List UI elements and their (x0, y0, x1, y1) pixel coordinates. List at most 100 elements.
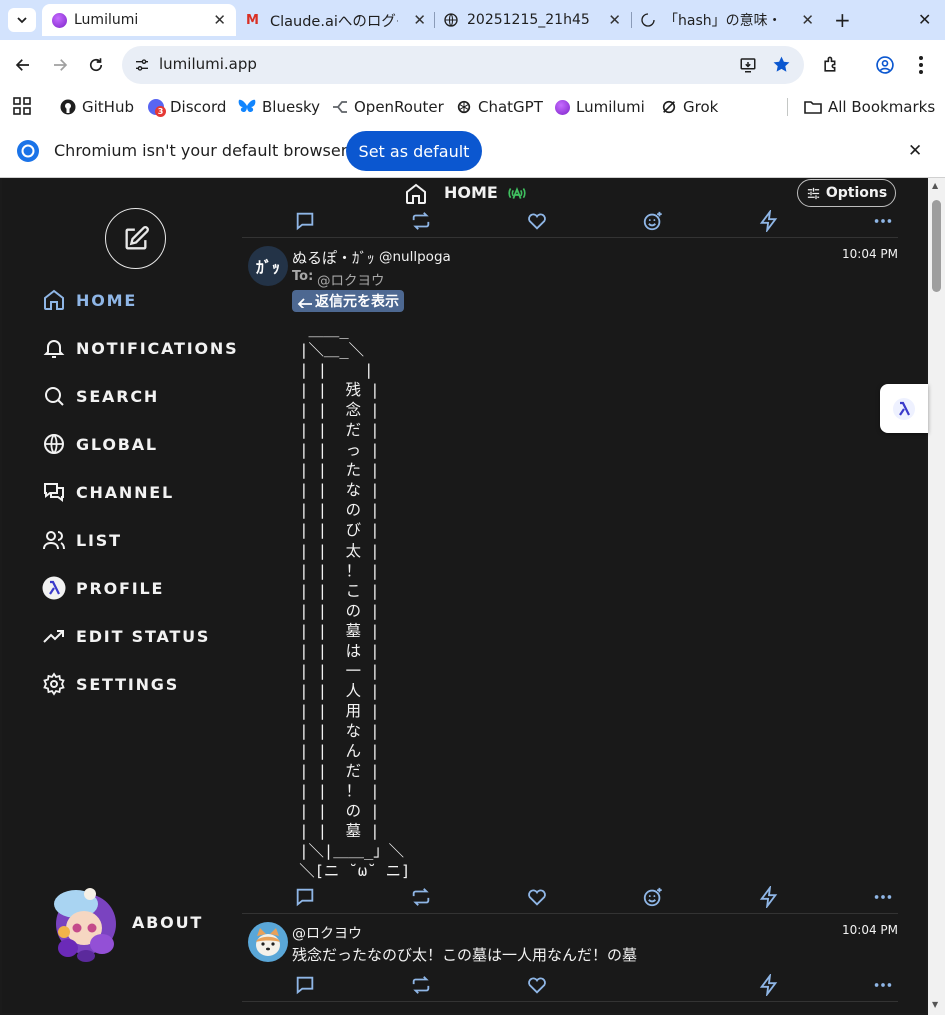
note-body-ascii-art: ＿＿_ |＼＿_＼ | | | | | 残 | | | 念 | | | だ | … (299, 321, 411, 881)
nav-global[interactable]: GLOBAL (42, 431, 158, 457)
browser-toolbar: lumilumi.app (0, 40, 945, 90)
bookmark-openrouter[interactable]: OpenRouter (332, 95, 444, 119)
reload-icon[interactable] (87, 56, 105, 74)
compose-button[interactable] (105, 208, 166, 269)
reply-to-user[interactable]: @ロクヨウ (317, 269, 385, 289)
reply-icon[interactable] (294, 974, 318, 998)
scrollbar-thumb[interactable] (932, 200, 941, 292)
reply-icon[interactable] (294, 210, 318, 234)
nav-home[interactable]: HOME (42, 287, 137, 313)
more-icon[interactable] (872, 886, 896, 910)
nav-label: LIST (76, 530, 122, 550)
bookmark-label: OpenRouter (354, 98, 444, 116)
bookmark-star-icon[interactable] (772, 55, 791, 74)
close-tab-icon[interactable]: ✕ (213, 11, 226, 29)
note-time[interactable]: 10:04 PM (842, 247, 898, 261)
close-tab-icon[interactable]: ✕ (413, 11, 426, 29)
bookmark-github[interactable]: GitHub (60, 95, 134, 119)
nav-edit-status[interactable]: EDIT STATUS (42, 623, 210, 649)
close-tab-icon[interactable]: ✕ (608, 11, 621, 29)
back-arrow-icon[interactable] (14, 56, 32, 74)
bell-icon (43, 340, 65, 358)
lightning-icon[interactable] (758, 972, 782, 998)
username[interactable]: @nullpoga (379, 249, 451, 265)
extensions-icon[interactable] (822, 55, 841, 74)
bookmark-label: GitHub (82, 98, 134, 116)
apps-grid-icon[interactable] (13, 97, 31, 115)
install-app-icon[interactable] (739, 56, 757, 74)
url-text[interactable]: lumilumi.app (159, 55, 257, 73)
sidebar: HOME NOTIFICATIONS SEARCH GLOBAL CHANNEL… (2, 178, 240, 1013)
address-bar[interactable]: lumilumi.app (122, 46, 804, 84)
bookmark-bluesky[interactable]: Bluesky (238, 95, 320, 119)
bookmark-lumilumi[interactable]: Lumilumi (555, 95, 645, 119)
avatar[interactable]: ｶﾞｯ (248, 246, 288, 286)
shiba-avatar[interactable] (248, 922, 288, 962)
grok-icon (662, 100, 676, 114)
nav-profile[interactable]: PROFILE (42, 575, 164, 601)
nav-search[interactable]: SEARCH (42, 383, 159, 409)
bookmark-label: Discord (170, 98, 227, 116)
nav-label: SEARCH (76, 386, 160, 406)
close-infobar-icon[interactable]: ✕ (908, 141, 922, 161)
tab-lumilumi[interactable]: Lumilumi ✕ (42, 4, 236, 36)
page-scrollbar[interactable]: ▲ ▼ (928, 178, 945, 1015)
lightning-icon[interactable] (758, 884, 782, 910)
heart-icon[interactable] (526, 886, 550, 910)
nav-list[interactable]: LIST (42, 527, 122, 553)
bookmark-label: ChatGPT (478, 98, 543, 116)
note-actions (242, 883, 898, 913)
chromium-logo-icon (17, 140, 39, 162)
new-tab-button[interactable]: + (834, 8, 851, 32)
more-icon[interactable] (872, 210, 896, 234)
note-time[interactable]: 10:04 PM (842, 923, 898, 937)
tab-page[interactable]: 20251215_21h45m ✕ (437, 4, 631, 36)
renote-icon[interactable] (410, 210, 434, 234)
reply-arrow-icon (297, 298, 312, 308)
scroll-up-icon[interactable]: ▲ (932, 181, 938, 190)
nav-settings[interactable]: SETTINGS (42, 671, 179, 697)
discord-badge: 3 (155, 106, 166, 117)
bookmark-discord[interactable]: 3 Discord (148, 95, 226, 119)
username[interactable]: @ロクヨウ (292, 923, 362, 943)
kebab-menu-icon[interactable] (912, 55, 930, 75)
reply-icon[interactable] (294, 886, 318, 910)
all-bookmarks-button[interactable]: All Bookmarks (804, 95, 935, 119)
renote-icon[interactable] (410, 974, 434, 998)
about-link[interactable]: ABOUT (46, 886, 226, 966)
display-name[interactable]: ぬるぽ・ｶﾞｯ (292, 247, 375, 268)
bookmark-grok[interactable]: Grok (661, 95, 718, 119)
bookmark-chatgpt[interactable]: ChatGPT (456, 95, 543, 119)
trending-icon (43, 630, 64, 643)
heart-icon[interactable] (526, 974, 550, 998)
site-settings-icon[interactable] (134, 57, 150, 73)
more-icon[interactable] (872, 974, 896, 998)
edit-icon (125, 225, 149, 249)
floating-app-widget[interactable] (880, 384, 928, 433)
chevron-down-icon (17, 17, 27, 24)
close-window-button[interactable]: ✕ (918, 10, 931, 29)
heart-icon[interactable] (526, 210, 550, 234)
lightning-icon[interactable] (758, 208, 782, 234)
tab-search-button[interactable] (8, 8, 36, 32)
reaction-icon[interactable] (642, 886, 666, 910)
close-tab-icon[interactable]: ✕ (801, 11, 814, 29)
globe-icon (444, 13, 458, 27)
nav-channel[interactable]: CHANNEL (42, 479, 174, 505)
nav-notifications[interactable]: NOTIFICATIONS (42, 335, 238, 361)
show-reply-source-button[interactable]: 返信元を表示 (292, 290, 404, 312)
set-as-default-button[interactable]: Set as default (346, 131, 482, 171)
forward-arrow-icon[interactable] (51, 56, 69, 74)
scroll-down-icon[interactable]: ▼ (932, 1000, 938, 1009)
about-label: ABOUT (132, 913, 204, 932)
openrouter-icon (333, 101, 347, 113)
renote-icon[interactable] (410, 886, 434, 910)
profile-account-icon[interactable] (875, 55, 895, 75)
tab-hash[interactable]: 「hash」の意味・ ✕ (634, 4, 824, 36)
profile-icon (42, 576, 66, 600)
reaction-icon[interactable] (642, 210, 666, 234)
note-actions (242, 971, 898, 1001)
gmail-icon: M (246, 12, 259, 28)
tab-claude[interactable]: M Claude.aiへのログイン ✕ (240, 4, 436, 36)
note-actions (242, 207, 898, 237)
